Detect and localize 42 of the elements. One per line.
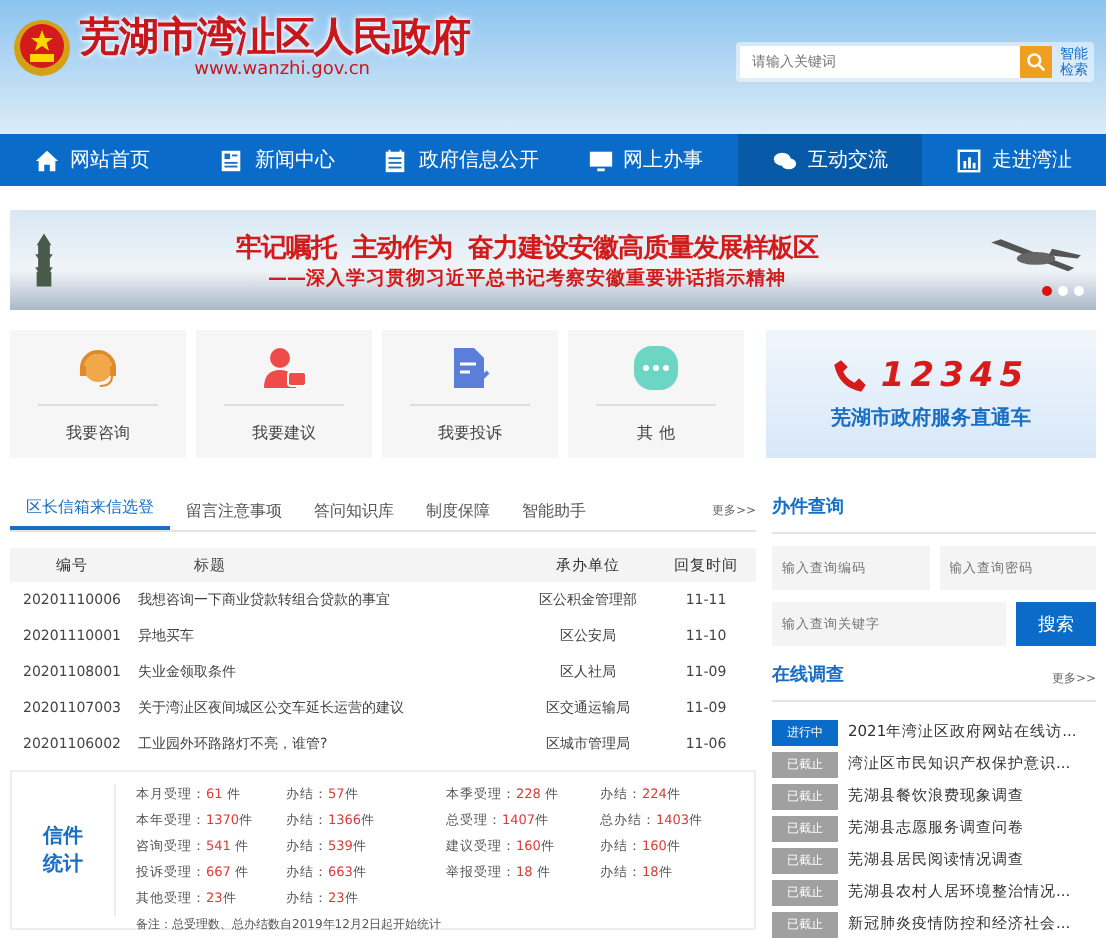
search-button[interactable]: 搜索	[1016, 602, 1096, 646]
phone-icon	[832, 358, 869, 394]
document-edit-icon	[410, 344, 530, 406]
nav-item[interactable]: 网站首页	[0, 134, 185, 186]
home-icon	[34, 147, 61, 173]
tab[interactable]: 答问知识库	[298, 500, 410, 530]
emblem-icon	[12, 17, 72, 77]
nav-item[interactable]: 网上办事	[553, 134, 738, 186]
site-title: 芜湖市湾沚区人民政府	[80, 12, 470, 60]
section-title: 办件查询	[772, 494, 1096, 534]
banner-subline: ——深入学习贯彻习近平总书记考察安徽重要讲话指示精神	[268, 265, 786, 291]
carousel-dot[interactable]	[1058, 286, 1068, 296]
nav-item[interactable]: 走进湾沚	[921, 134, 1106, 186]
tab[interactable]: 制度保障	[410, 500, 506, 530]
tab[interactable]: 智能助手	[506, 500, 602, 530]
hotline-caption: 芜湖市政府服务直通车	[831, 404, 1031, 432]
more-icon	[596, 344, 716, 406]
person-message-icon	[224, 344, 344, 406]
site-url: www.wanzhi.gov.cn	[194, 60, 370, 82]
section-title: 在线调查	[772, 662, 844, 688]
search-button[interactable]	[1020, 46, 1052, 78]
service-card[interactable]: 我要投诉	[382, 330, 558, 458]
carousel-dot[interactable]	[1042, 286, 1052, 296]
bar-chart-icon	[955, 147, 982, 173]
service-card[interactable]: 我要建议	[196, 330, 372, 458]
banner-headline: 牢记嘱托 主动作为 奋力建设安徽高质量发展样板区	[235, 231, 819, 265]
service-card[interactable]: 我要咨询	[10, 330, 186, 458]
hotline-number: 12345	[880, 356, 1030, 396]
newspaper-icon	[218, 147, 245, 173]
notepad-icon	[382, 147, 409, 173]
tab[interactable]: 区长信箱来信选登	[10, 496, 170, 530]
nav-item[interactable]: 政府信息公开	[368, 134, 554, 186]
nav-item[interactable]: 互动交流	[737, 134, 922, 186]
service-card[interactable]: 其 他	[568, 330, 744, 458]
tab[interactable]: 留言注意事项	[170, 500, 298, 530]
monitor-icon	[587, 147, 614, 173]
headset-icon	[38, 344, 158, 406]
nav-item[interactable]: 新闻中心	[184, 134, 369, 186]
search-icon	[1026, 52, 1046, 72]
stats-title: 信件统计	[12, 784, 116, 916]
chat-bubbles-icon	[771, 147, 798, 173]
carousel-dot[interactable]	[1074, 286, 1084, 296]
